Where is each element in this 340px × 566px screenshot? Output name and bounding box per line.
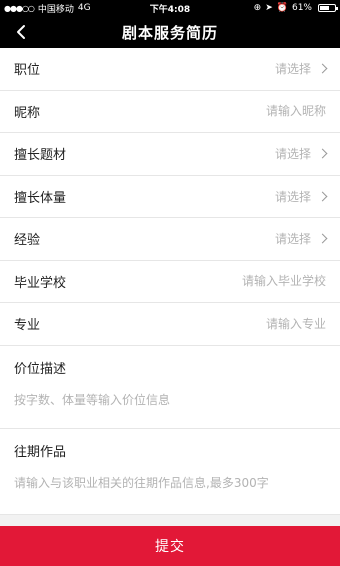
position-placeholder: 请选择 xyxy=(274,62,311,77)
theme-label: 擅长题材 xyxy=(14,148,67,164)
submit-button[interactable]: 提交 xyxy=(0,526,340,566)
page-title: 剧本服务简历 xyxy=(121,23,218,42)
past-works-block: 往期作品 xyxy=(0,428,340,515)
theme-placeholder: 请选择 xyxy=(274,147,311,162)
position-row[interactable]: 职位 请选择 xyxy=(0,48,340,91)
chevron-right-icon xyxy=(317,148,328,159)
nav-bar: 剧本服务简历 xyxy=(0,16,340,48)
volume-select[interactable]: 请选择 xyxy=(274,188,328,205)
volume-placeholder: 请选择 xyxy=(274,189,311,204)
network-type: 4G xyxy=(77,3,91,13)
school-input[interactable] xyxy=(156,274,326,289)
carrier-name: 中国移动 xyxy=(37,4,74,15)
chevron-right-icon xyxy=(317,63,328,74)
volume-row[interactable]: 擅长体量 请选择 xyxy=(0,176,340,218)
battery-icon xyxy=(318,4,338,12)
chevron-left-icon xyxy=(17,25,25,39)
past-works-input[interactable] xyxy=(14,473,326,514)
battery-fill xyxy=(320,6,329,10)
major-input[interactable] xyxy=(156,316,326,331)
major-label: 专业 xyxy=(14,318,41,334)
lock-rotation-icon: ⊕ xyxy=(253,3,262,13)
status-right: ⊕ ➤ ⏰ 61% xyxy=(253,3,338,13)
price-description-label: 价位描述 xyxy=(14,361,67,377)
battery-percent: 61% xyxy=(291,3,312,13)
position-select[interactable]: 请选择 xyxy=(274,60,328,77)
school-label: 毕业学校 xyxy=(14,275,67,291)
signal-strength-icon: ●●●○○ xyxy=(4,3,35,13)
volume-label: 擅长体量 xyxy=(14,190,67,206)
experience-select[interactable]: 请选择 xyxy=(274,230,328,247)
location-icon: ➤ xyxy=(265,3,273,13)
chevron-right-icon xyxy=(317,191,328,202)
back-button[interactable] xyxy=(8,20,34,44)
position-label: 职位 xyxy=(14,63,41,79)
chevron-right-icon xyxy=(317,233,328,244)
resume-form: 职位 请选择 昵称 擅长题材 请选择 擅长体量 请选择 经验 请选择 毕业学校 xyxy=(0,48,340,515)
price-description-block: 价位描述 xyxy=(0,345,340,431)
theme-select[interactable]: 请选择 xyxy=(274,145,328,162)
theme-row[interactable]: 擅长题材 请选择 xyxy=(0,133,340,176)
experience-row[interactable]: 经验 请选择 xyxy=(0,218,340,261)
status-bar: ●●●○○ 中国移动 4G 下午4:08 ⊕ ➤ ⏰ 61% xyxy=(0,0,340,16)
nickname-label: 昵称 xyxy=(14,105,41,121)
major-row: 专业 xyxy=(0,303,340,346)
experience-label: 经验 xyxy=(14,233,41,249)
past-works-label: 往期作品 xyxy=(14,444,67,460)
nickname-input[interactable] xyxy=(156,104,326,119)
status-left: ●●●○○ 中国移动 4G xyxy=(4,2,91,15)
nickname-row: 昵称 xyxy=(0,91,340,133)
alarm-icon: ⏰ xyxy=(276,3,288,13)
school-row: 毕业学校 xyxy=(0,261,340,303)
experience-placeholder: 请选择 xyxy=(274,232,311,247)
price-description-input[interactable] xyxy=(14,390,326,431)
